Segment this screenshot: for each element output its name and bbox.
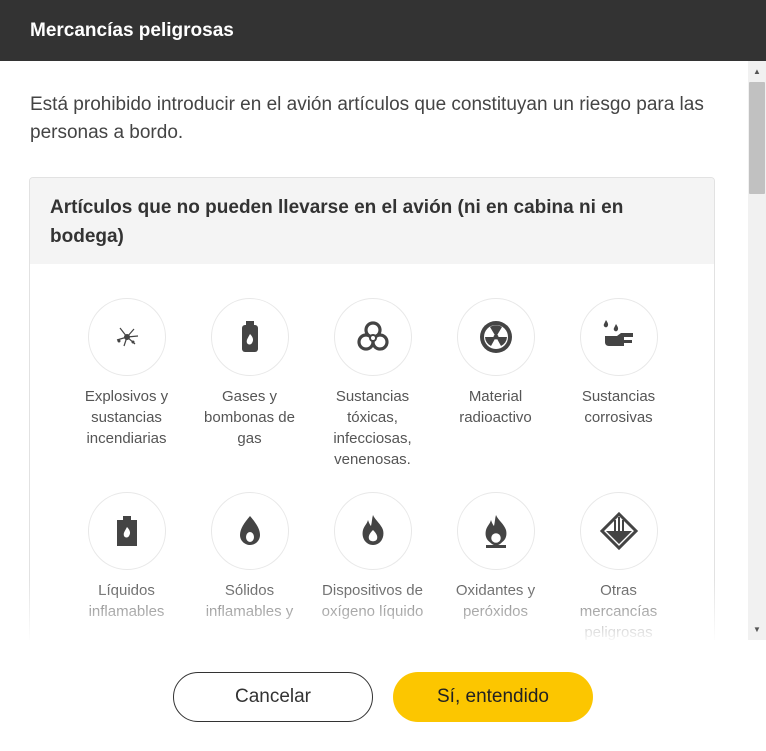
scroll-down-icon[interactable]: ▼ (748, 621, 766, 638)
scrollbar-thumb[interactable] (749, 82, 765, 194)
radioactive-icon (479, 321, 512, 353)
item-gases: Gases y bombonas de gas (188, 298, 311, 449)
item-radioactive: Material radioactivo (434, 298, 557, 428)
explosive-icon (116, 327, 138, 347)
prohibited-items-card: Artículos que no pueden llevarse en el a… (29, 177, 715, 640)
cancel-button[interactable]: Cancelar (173, 672, 373, 722)
item-label: Gases y bombonas de gas (204, 388, 295, 447)
gas-cylinder-icon (241, 321, 258, 352)
item-icon-circle (579, 298, 658, 376)
item-liquid-oxygen: Dispositivos de oxígeno líquido (311, 492, 434, 622)
item-other: Otras mercancías peligrosas (557, 492, 680, 640)
item-icon-circle (87, 298, 166, 376)
card-title: Artículos que no pueden llevarse en el a… (30, 178, 714, 264)
item-label: Otras mercancías peligrosas (579, 582, 658, 640)
item-icon-circle (456, 298, 535, 376)
item-toxic: Sustancias tóxicas, infecciosas, venenos… (311, 298, 434, 470)
misc-dangerous-icon (599, 511, 638, 551)
item-label: Sustancias corrosivas (581, 388, 656, 426)
item-icon-circle (333, 492, 412, 570)
scroll-up-icon[interactable]: ▲ (748, 63, 766, 80)
corrosive-icon (603, 320, 633, 346)
intro-text: Está prohibido introducir en el avión ar… (30, 94, 704, 143)
item-icon-circle (333, 298, 412, 376)
item-label: Dispositivos de oxígeno líquido (321, 582, 424, 620)
item-icon-circle (210, 492, 289, 570)
item-explosives: Explosivos y sustancias incendiarias (65, 298, 188, 449)
scrollbar[interactable]: ▲ ▼ (748, 61, 766, 640)
dialog-header: Mercancías peligrosas (0, 0, 766, 61)
item-flammable-solids: Sólidos inflamables y (188, 492, 311, 622)
flammable-liquid-icon (116, 516, 137, 546)
liquid-oxygen-icon (362, 515, 383, 545)
dialog-footer: Cancelar Sí, entendido (0, 640, 766, 751)
item-icon-circle (579, 492, 658, 570)
item-label: Explosivos y sustancias incendiarias (84, 388, 169, 447)
flammable-solid-icon (239, 516, 260, 545)
item-icon-circle (456, 492, 535, 570)
oxidizer-icon (485, 515, 506, 548)
item-label: Sólidos inflamables y (205, 582, 294, 620)
dialog-content[interactable]: Está prohibido introducir en el avión ar… (0, 61, 748, 640)
item-label: Oxidantes y peróxidos (455, 582, 536, 620)
item-icon-circle (210, 298, 289, 376)
item-oxidizers: Oxidantes y peróxidos (434, 492, 557, 622)
confirm-button[interactable]: Sí, entendido (393, 672, 593, 722)
item-label: Material radioactivo (459, 388, 532, 426)
item-corrosive: Sustancias corrosivas (557, 298, 680, 428)
dialog-title: Mercancías peligrosas (30, 19, 234, 41)
item-label: Sustancias tóxicas, infecciosas, venenos… (333, 388, 412, 468)
item-label: Líquidos inflamables (88, 582, 165, 620)
biohazard-icon (356, 321, 389, 351)
item-flammable-liquids: Líquidos inflamables (65, 492, 188, 622)
item-icon-circle (87, 492, 166, 570)
